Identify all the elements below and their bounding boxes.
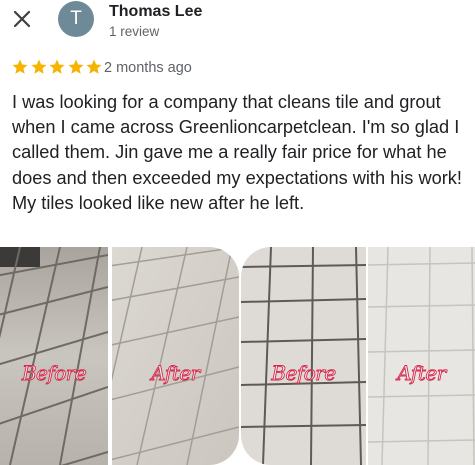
avatar[interactable]: T [58, 1, 94, 37]
reviewer-name[interactable]: Thomas Lee [109, 3, 202, 21]
review-text: I was looking for a company that cleans … [12, 92, 462, 213]
close-icon [13, 10, 31, 28]
star-rating [11, 58, 104, 76]
photo-caption: Before [21, 361, 87, 386]
review-photo-before-2[interactable]: Before [241, 247, 366, 465]
photo-caption: After [151, 361, 201, 386]
close-button[interactable] [12, 9, 32, 29]
photo-caption: Before [271, 361, 337, 386]
star-icon [68, 59, 83, 74]
review-photo-after-2[interactable]: After [368, 247, 475, 465]
review-date: 2 months ago [104, 60, 192, 76]
star-icon [12, 59, 28, 74]
star-icon [31, 59, 46, 74]
review-photo-after-1[interactable]: After [112, 247, 239, 465]
photo-caption: After [397, 361, 447, 386]
review-photo-before-1[interactable]: Before [0, 247, 108, 465]
star-icon [49, 59, 65, 74]
star-icon [86, 59, 102, 74]
review-photos: Before After Before After [0, 247, 475, 465]
review-count: 1 review [109, 24, 160, 39]
